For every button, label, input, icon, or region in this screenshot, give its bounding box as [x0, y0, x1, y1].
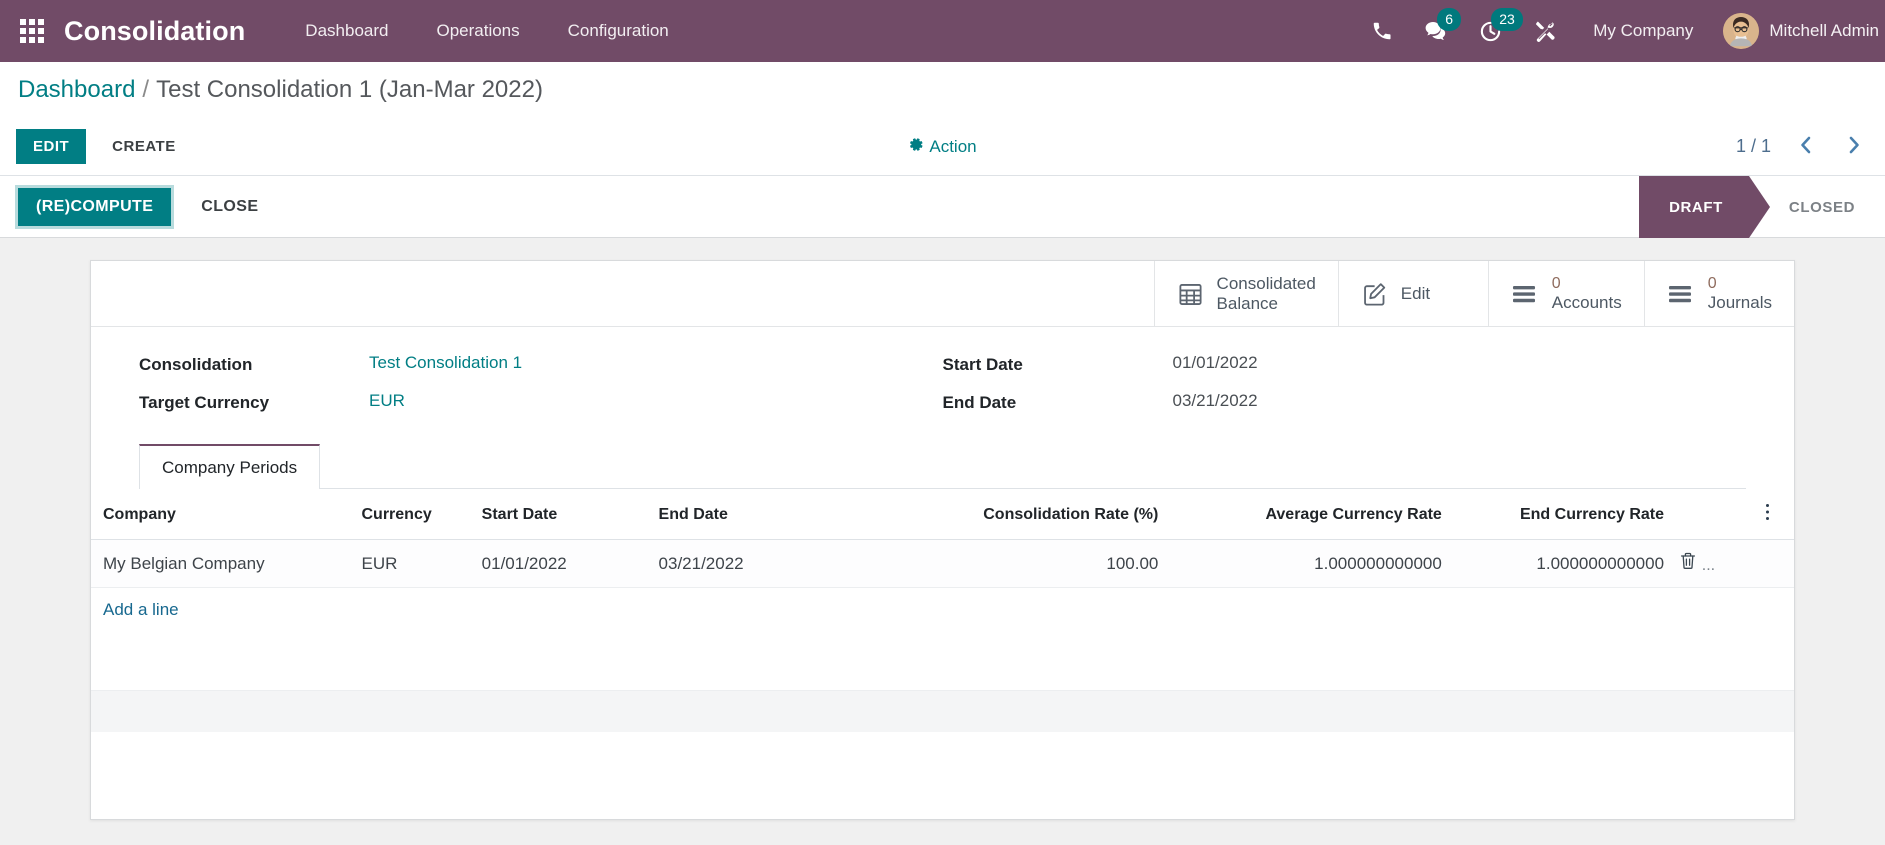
- label-end-date: End Date: [942, 393, 1017, 412]
- stat-button-journals[interactable]: 0 Journals: [1643, 261, 1794, 327]
- list-lines-icon: [1511, 282, 1539, 306]
- table-header-row: Company Currency Start Date End Date Con…: [91, 489, 1794, 540]
- add-a-line-link[interactable]: Add a line: [103, 600, 179, 619]
- table-grid-icon: [1177, 281, 1204, 308]
- stat-label-line1: Edit: [1400, 283, 1431, 303]
- pencil-edit-icon: [1361, 281, 1388, 308]
- add-line-cell[interactable]: Add a line: [91, 588, 1794, 633]
- list-filler: [91, 632, 1794, 690]
- status-pills: DRAFT CLOSED: [1639, 176, 1885, 238]
- messages-icon[interactable]: 6: [1409, 0, 1463, 62]
- th-end-currency-rate[interactable]: End Currency Rate: [1453, 489, 1677, 540]
- value-start-date: 01/01/2022: [1172, 353, 1258, 372]
- create-button[interactable]: CREATE: [96, 129, 192, 164]
- cell-delete[interactable]: ...: [1676, 539, 1742, 588]
- activities-clock-icon[interactable]: 23: [1463, 0, 1523, 62]
- pager: 1 / 1: [1736, 133, 1867, 161]
- breadcrumb-root[interactable]: Dashboard: [18, 76, 135, 104]
- menu-item-dashboard[interactable]: Dashboard: [281, 13, 412, 49]
- main-menu: Dashboard Operations Configuration: [281, 13, 692, 49]
- optional-columns-toggle[interactable]: [1741, 489, 1794, 540]
- action-menu[interactable]: Action: [908, 136, 977, 157]
- menu-item-operations[interactable]: Operations: [412, 13, 543, 49]
- th-end-date[interactable]: End Date: [646, 489, 887, 540]
- action-menu-label: Action: [929, 136, 977, 156]
- breadcrumb-separator: /: [142, 76, 150, 103]
- stat-value: 0: [1707, 274, 1717, 292]
- th-company[interactable]: Company: [91, 489, 350, 540]
- navbar-right-tools: 6 23 My Company Mitchell Admin: [1355, 0, 1885, 62]
- th-consolidation-rate[interactable]: Consolidation Rate (%): [886, 489, 1171, 540]
- status-badge-closed[interactable]: CLOSED: [1749, 176, 1885, 238]
- company-periods-table: Company Currency Start Date End Date Con…: [91, 489, 1794, 632]
- cell-consolidation-rate[interactable]: 100.00: [886, 539, 1171, 588]
- add-line-row[interactable]: Add a line: [91, 588, 1794, 633]
- notebook-tabs: Company Periods: [139, 443, 1746, 489]
- menu-item-configuration[interactable]: Configuration: [544, 13, 693, 49]
- cell-average-currency-rate[interactable]: 1.000000000000: [1170, 539, 1454, 588]
- stat-label-line1: Journals: [1707, 293, 1772, 313]
- chevron-left-icon[interactable]: [1793, 133, 1819, 161]
- th-average-currency-rate[interactable]: Average Currency Rate: [1170, 489, 1454, 540]
- row-overflow-label: ...: [1701, 557, 1716, 574]
- chevron-right-icon[interactable]: [1841, 133, 1867, 161]
- value-end-date: 03/21/2022: [1172, 391, 1258, 410]
- form-sheet: Consolidated Balance Edit 0 Accounts 0 J…: [90, 260, 1795, 820]
- cell-optional-spacer: [1741, 539, 1794, 588]
- app-brand-title[interactable]: Consolidation: [64, 16, 245, 47]
- sheet-bottom-padding: [91, 732, 1794, 804]
- stat-button-accounts[interactable]: 0 Accounts: [1487, 261, 1644, 327]
- list-footer-band: [91, 690, 1794, 732]
- gear-icon: [908, 137, 923, 157]
- avatar: [1723, 13, 1760, 49]
- cell-company[interactable]: My Belgian Company: [91, 539, 350, 588]
- cell-start-date[interactable]: 01/01/2022: [469, 539, 647, 588]
- user-name: Mitchell Admin: [1769, 21, 1879, 40]
- value-target-currency[interactable]: EUR: [369, 391, 943, 411]
- vertical-dots-icon: [1765, 504, 1770, 525]
- table-row[interactable]: My Belgian Company EUR 01/01/2022 03/21/…: [91, 539, 1794, 588]
- status-bar: (RE)COMPUTE CLOSE DRAFT CLOSED: [0, 176, 1885, 238]
- cell-currency[interactable]: EUR: [349, 539, 470, 588]
- close-button[interactable]: CLOSE: [185, 188, 274, 226]
- cell-end-currency-rate[interactable]: 1.000000000000: [1453, 539, 1677, 588]
- phone-icon[interactable]: [1355, 0, 1409, 62]
- stat-button-consolidated-balance[interactable]: Consolidated Balance: [1153, 261, 1338, 327]
- stat-button-edit[interactable]: Edit: [1337, 261, 1488, 327]
- debug-tools-icon[interactable]: [1517, 0, 1571, 62]
- stat-value: 0: [1551, 274, 1561, 292]
- content-area: Consolidated Balance Edit 0 Accounts 0 J…: [0, 238, 1885, 845]
- cell-end-date[interactable]: 03/21/2022: [646, 539, 887, 588]
- th-currency[interactable]: Currency: [349, 489, 470, 540]
- stat-label-line1: Consolidated: [1216, 273, 1316, 293]
- field-grid: Consolidation Test Consolidation 1 Start…: [139, 353, 1746, 413]
- user-menu[interactable]: Mitchell Admin: [1715, 13, 1885, 49]
- recompute-button[interactable]: (RE)COMPUTE: [18, 187, 172, 226]
- tab-company-periods[interactable]: Company Periods: [139, 444, 321, 489]
- edit-button[interactable]: EDIT: [16, 129, 87, 164]
- stat-label-line2: Balance: [1216, 294, 1278, 313]
- stat-label-line1: Accounts: [1551, 293, 1622, 313]
- th-start-date[interactable]: Start Date: [469, 489, 647, 540]
- list-lines-icon: [1667, 282, 1695, 306]
- label-target-currency: Target Currency: [139, 393, 270, 412]
- breadcrumb: Dashboard / Test Consolidation 1 (Jan-Ma…: [0, 62, 1885, 118]
- label-consolidation: Consolidation: [139, 355, 253, 374]
- status-badge-draft[interactable]: DRAFT: [1639, 176, 1770, 238]
- company-switcher[interactable]: My Company: [1571, 13, 1715, 49]
- page-title: Test Consolidation 1 (Jan-Mar 2022): [156, 76, 543, 103]
- stat-button-box: Consolidated Balance Edit 0 Accounts 0 J…: [91, 261, 1794, 327]
- trash-icon[interactable]: [1680, 552, 1696, 570]
- value-consolidation[interactable]: Test Consolidation 1: [369, 353, 943, 373]
- apps-grid-icon[interactable]: [10, 9, 54, 53]
- form-body: Consolidation Test Consolidation 1 Start…: [91, 327, 1794, 489]
- top-navbar: Consolidation Dashboard Operations Confi…: [0, 0, 1885, 62]
- messages-badge: 6: [1437, 8, 1462, 31]
- pager-count: 1 / 1: [1735, 136, 1771, 156]
- control-panel: EDIT CREATE Action 1 / 1: [0, 118, 1885, 176]
- th-spacer: [1676, 489, 1742, 540]
- notebook: Company Periods: [139, 443, 1746, 489]
- label-start-date: Start Date: [942, 355, 1023, 374]
